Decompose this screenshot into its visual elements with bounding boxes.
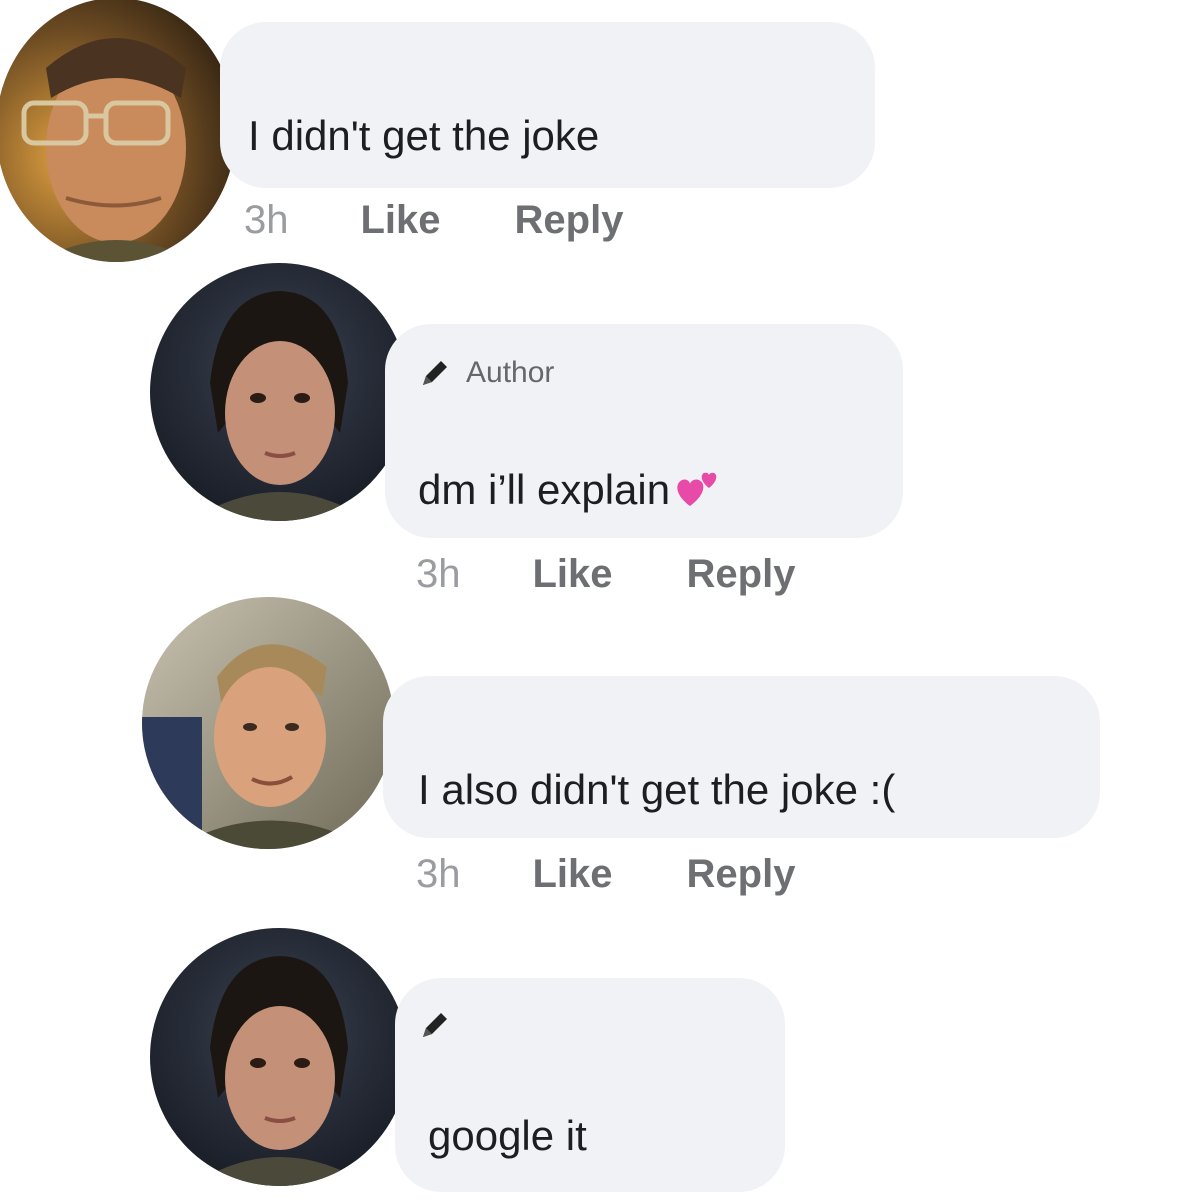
timestamp: 3h xyxy=(416,552,461,596)
pencil-icon xyxy=(418,1008,452,1042)
two-hearts-icon xyxy=(672,466,722,520)
comment-text: google it xyxy=(428,1112,587,1159)
reply-button[interactable]: Reply xyxy=(515,198,624,243)
avatar-man-glasses[interactable] xyxy=(0,0,236,262)
like-button[interactable]: Like xyxy=(361,198,441,243)
like-button[interactable]: Like xyxy=(533,552,613,597)
like-button[interactable]: Like xyxy=(533,852,613,897)
avatar-woman-dark-hair[interactable] xyxy=(150,928,408,1186)
author-badge xyxy=(418,1008,452,1042)
pencil-icon xyxy=(418,356,452,390)
timestamp: 3h xyxy=(244,198,289,242)
comment-text: I didn't get the joke xyxy=(248,112,600,159)
comment-text: I also didn't get the joke :( xyxy=(418,766,896,813)
comment-actions: 3h Like Reply xyxy=(244,198,623,243)
comment-actions: 3h Like Reply xyxy=(416,852,795,897)
author-label: Author xyxy=(466,356,555,389)
avatar-man-blond[interactable] xyxy=(142,597,394,849)
avatar-woman-dark-hair[interactable] xyxy=(150,263,408,521)
comment-actions: 3h Like Reply xyxy=(416,552,795,597)
comment-bubble xyxy=(220,22,875,188)
timestamp: 3h xyxy=(416,852,461,896)
comment-text: dm i’ll explain xyxy=(418,466,722,520)
author-badge: Author xyxy=(418,356,554,390)
reply-button[interactable]: Reply xyxy=(687,852,796,897)
comment-text-content: dm i’ll explain xyxy=(418,466,671,514)
reply-button[interactable]: Reply xyxy=(687,552,796,597)
